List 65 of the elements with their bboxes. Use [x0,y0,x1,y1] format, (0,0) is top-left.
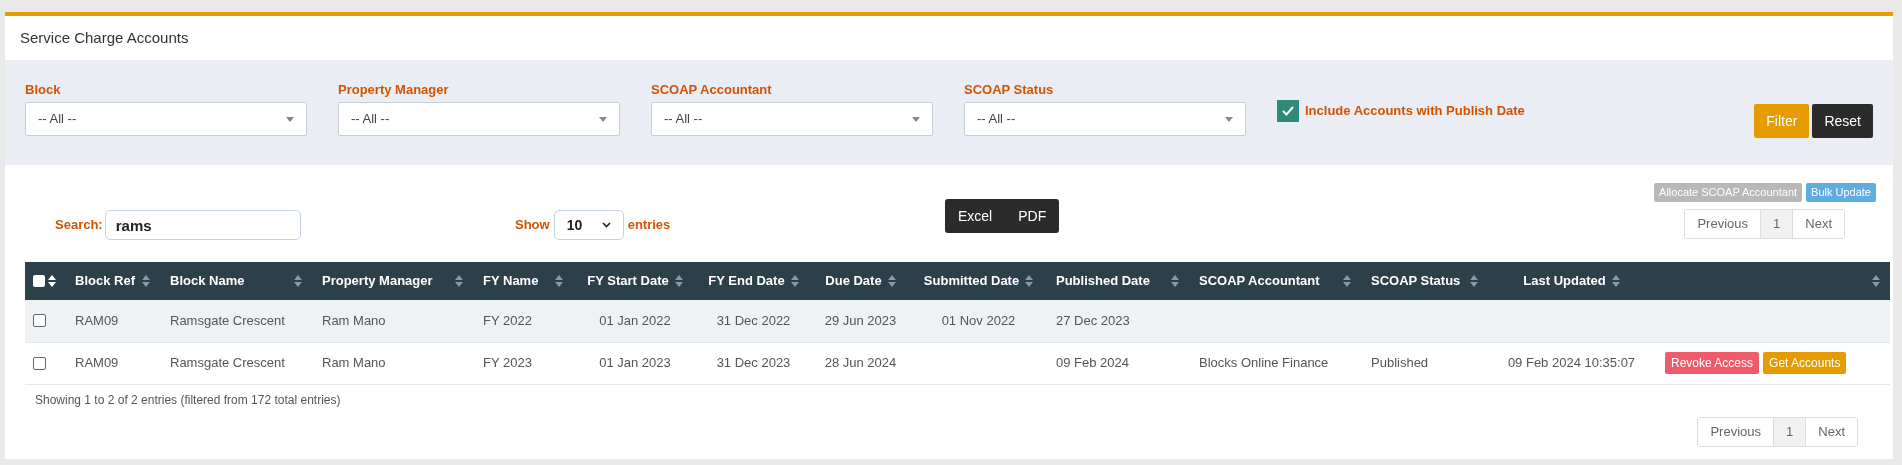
table-cell: 01 Nov 2022 [941,313,1016,328]
column-header: Block Ref [75,272,135,291]
filter-label: Block [25,81,62,96]
table-cell: Blocks Online Finance [1199,355,1329,371]
chevron-down-icon [601,222,611,228]
filter-label: SCOAP Status [964,81,1055,96]
dropdown-caret-icon [912,116,920,122]
column-header: Block Name [170,272,245,291]
row-checkbox[interactable] [33,314,46,328]
checkbox[interactable] [1277,100,1299,122]
row-checkbox[interactable] [33,356,46,370]
export-button[interactable]: Excel [945,199,1006,233]
table-cell: 31 Dec 2023 [716,355,791,371]
table-cell: Ramsgate Crescent [170,355,285,371]
entries-select[interactable]: 10 [553,210,624,240]
column-header: Published Date [1056,272,1150,291]
table-cell: 29 Jun 2023 [824,313,897,328]
table-cell: 01 Jan 2023 [599,355,671,371]
table-cell: 09 Feb 2024 [1056,355,1129,371]
page-button[interactable]: 1 [1760,210,1794,238]
table-cell: 09 Feb 2024 10:35:07 [1507,355,1636,371]
table-cell: Ramsgate Crescent [170,313,285,328]
checkbox-label: Include Accounts with Publish Date [1305,102,1525,121]
filter-label: Property Manager [338,81,450,96]
table-cell: FY 2022 [483,313,532,328]
entries-info: Showing 1 to 2 of 2 entries (filtered from 172 total entries) [35,391,341,409]
filter-label: SCOAP Accountant [651,81,773,96]
column-header: Property Manager [322,272,433,291]
export-button[interactable]: PDF [1005,199,1060,233]
column-header: Submitted Date [923,272,1020,291]
table-cell: Ram Mano [322,313,386,328]
filter-select[interactable]: -- All -- [25,102,307,136]
table-cell: Published [1371,355,1429,371]
dropdown-caret-icon [286,116,294,122]
select-all-checkbox[interactable] [33,275,45,287]
entries-label: entries [627,216,671,235]
show-label: Show [515,216,550,235]
table-cell: 27 Dec 2023 [1056,313,1130,328]
column-header: SCOAP Status [1371,272,1461,291]
table-cell: 01 Jan 2022 [599,313,671,328]
search-label: Search: [55,216,103,235]
column-header: FY Name [483,272,539,291]
column-header: FY Start Date [587,272,669,291]
filter-select[interactable]: -- All -- [651,102,933,136]
column-header: Last Updated [1523,272,1606,291]
dropdown-caret-icon [1225,116,1233,122]
check-icon [1282,106,1294,116]
table-cell: RAM09 [75,355,119,371]
table-cell: 31 Dec 2022 [716,313,791,328]
sort-icon[interactable] [48,275,56,287]
dropdown-caret-icon [599,116,607,122]
page-button[interactable]: 1 [1773,417,1807,446]
table-cell: Ram Mano [322,355,386,371]
reset-button[interactable]: Reset [1812,104,1873,138]
table-cell: RAM09 [75,313,119,328]
search-field[interactable]: rams [104,210,301,240]
column-header: FY End Date [708,272,785,291]
revoke-access-button[interactable]: Revoke Access [1665,352,1760,374]
page-title: Service Charge Accounts [20,27,189,48]
filter-select[interactable]: -- All -- [964,102,1246,136]
column-header: Due Date [825,272,882,291]
filter-select[interactable]: -- All -- [338,102,620,136]
table-cell: FY 2023 [483,355,532,371]
column-header: SCOAP Accountant [1199,272,1320,291]
table-cell: 28 Jun 2024 [824,355,897,371]
